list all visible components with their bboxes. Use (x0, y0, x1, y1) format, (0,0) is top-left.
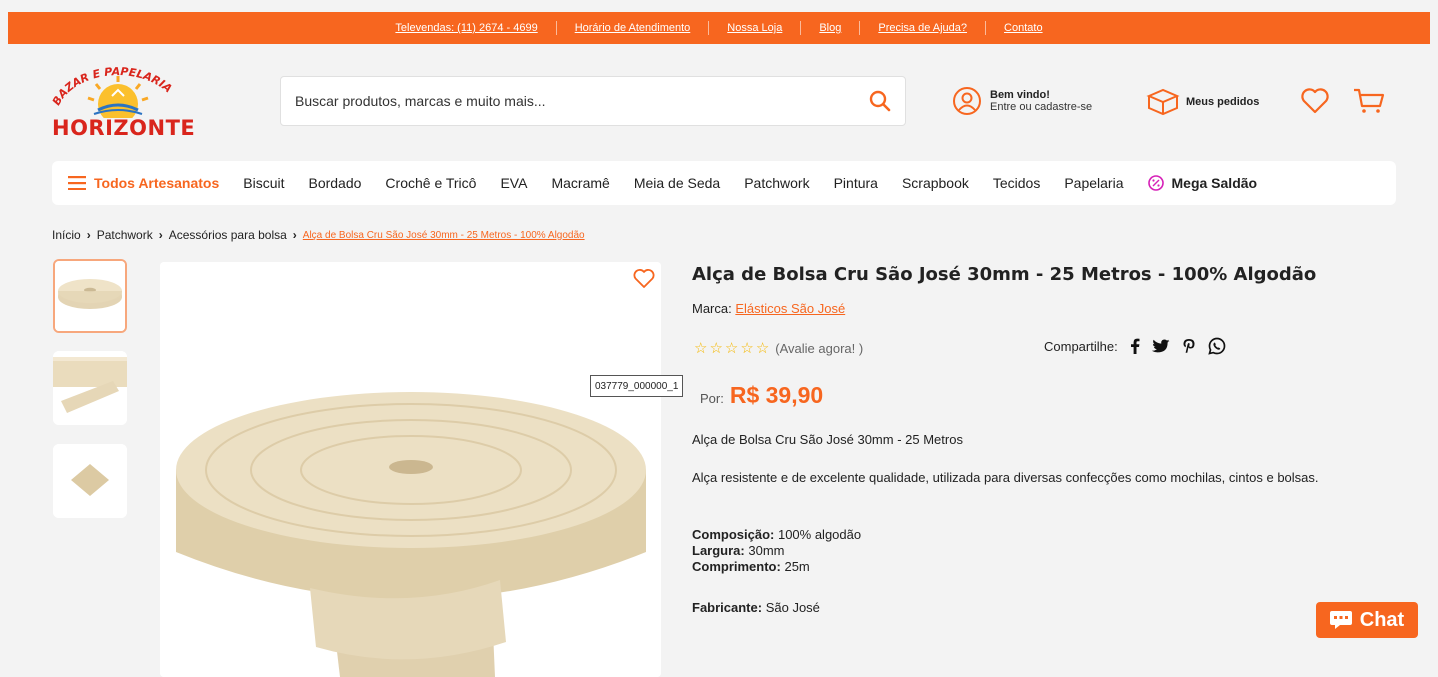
orders-link[interactable]: Meus pedidos (1146, 88, 1259, 116)
user-icon (953, 87, 981, 115)
spec-length-label: Comprimento: (692, 559, 781, 574)
nav-item-bordado[interactable]: Bordado (308, 175, 361, 191)
manufacturer-label: Fabricante: (692, 600, 763, 615)
spec-width: Largura: 30mm (692, 543, 1392, 559)
chat-bubble-icon (1329, 611, 1352, 629)
star-icon[interactable]: ☆ (709, 339, 722, 357)
wishlist-heart-icon[interactable] (1300, 87, 1330, 115)
manufacturer-value: São José (765, 600, 820, 615)
nav-item-biscuit[interactable]: Biscuit (243, 175, 284, 191)
thumbnail-image (53, 444, 127, 518)
account-greeting: Bem vindo! (990, 88, 1050, 101)
box-icon (1146, 88, 1180, 116)
spec-width-label: Largura: (692, 543, 745, 558)
chevron-right-icon: › (292, 228, 297, 242)
store-logo[interactable]: BAZAR E PAPELARIA HORIZONTE (50, 56, 195, 146)
whatsapp-icon[interactable] (1207, 337, 1226, 355)
nav-item-pintura[interactable]: Pintura (834, 175, 878, 191)
thumbnail-image (55, 261, 125, 331)
all-categories-label: Todos Artesanatos (94, 175, 220, 191)
breadcrumb-current[interactable]: Alça de Bolsa Cru São José 30mm - 25 Met… (303, 230, 585, 241)
nav-item-papelaria[interactable]: Papelaria (1064, 175, 1123, 191)
search-input[interactable]: Buscar produtos, marcas e muito mais... (295, 93, 869, 109)
breadcrumb: Início › Patchwork › Acessórios para bol… (52, 228, 585, 242)
cart-icon[interactable] (1352, 86, 1386, 116)
nav-item-macrame[interactable]: Macramê (551, 175, 609, 191)
nav-item-mega-saldao[interactable]: Mega Saldão (1147, 175, 1258, 191)
short-description: Alça de Bolsa Cru São José 30mm - 25 Met… (692, 432, 963, 447)
favorite-heart-icon[interactable] (632, 268, 656, 290)
long-description: Alça resistente e de excelente qualidade… (692, 470, 1319, 485)
price-value: R$ 39,90 (729, 382, 824, 408)
logo-sun-graphic: BAZAR E PAPELARIA (50, 65, 175, 124)
nav-item-scrapbook[interactable]: Scrapbook (902, 175, 969, 191)
chat-button[interactable]: Chat (1316, 602, 1418, 638)
breadcrumb-inicio[interactable]: Início (52, 228, 81, 242)
all-categories-button[interactable]: Todos Artesanatos (68, 175, 219, 191)
search-icon[interactable] (869, 90, 891, 112)
share-label: Compartilhe: (1044, 338, 1118, 354)
nav-item-eva[interactable]: EVA (500, 175, 527, 191)
price-prefix: Por: (700, 391, 724, 406)
pinterest-icon[interactable] (1182, 338, 1196, 354)
account-link[interactable]: Bem vindo! Entre ou cadastre-se (952, 86, 1092, 116)
category-nav: Todos Artesanatos Biscuit Bordado Crochê… (52, 161, 1396, 205)
chevron-right-icon: › (158, 228, 163, 242)
breadcrumb-patchwork[interactable]: Patchwork (97, 228, 153, 242)
brand-label: Marca: (692, 301, 732, 316)
star-icon[interactable]: ☆ (694, 339, 707, 357)
search-bar[interactable]: Buscar produtos, marcas e muito mais... (280, 76, 906, 126)
spec-composition-value: 100% algodão (777, 527, 862, 542)
facebook-icon[interactable] (1130, 338, 1140, 354)
hamburger-icon (68, 176, 86, 190)
logo-name: HORIZONTE (52, 116, 196, 140)
percent-badge-icon (1147, 175, 1164, 191)
spec-composition: Composição: 100% algodão (692, 527, 1392, 543)
star-icon[interactable]: ☆ (756, 339, 769, 357)
product-main-image[interactable] (160, 262, 661, 677)
twitter-icon[interactable] (1151, 339, 1170, 354)
brand-link[interactable]: Elásticos São José (735, 301, 845, 316)
product-title: Alça de Bolsa Cru São José 30mm - 25 Met… (692, 264, 1317, 285)
nav-item-tecidos[interactable]: Tecidos (993, 175, 1040, 191)
share-bar: Compartilhe: (1044, 337, 1226, 355)
horario-link[interactable]: Horário de Atendimento (557, 21, 710, 35)
spec-manufacturer: Fabricante: São José (692, 600, 1392, 616)
breadcrumb-acessorios[interactable]: Acessórios para bolsa (169, 228, 287, 242)
product-rating[interactable]: ☆ ☆ ☆ ☆ ☆ (Avalie agora! ) (694, 339, 863, 357)
televendas-link[interactable]: Televendas: (11) 2674 - 4699 (377, 21, 557, 35)
star-icon[interactable]: ☆ (740, 339, 753, 357)
product-brand: Marca: Elásticos São José (692, 301, 845, 316)
orders-label: Meus pedidos (1186, 96, 1260, 108)
rating-text[interactable]: (Avalie agora! ) (775, 341, 863, 356)
chevron-right-icon: › (86, 228, 91, 242)
product-price: Por: R$ 39,90 (700, 382, 823, 409)
image-id-tooltip: 037779_000000_1 (590, 375, 684, 397)
thumbnail-image (53, 351, 127, 425)
spec-length: Comprimento: 25m (692, 559, 1392, 575)
contato-link[interactable]: Contato (986, 21, 1061, 35)
nav-item-patchwork[interactable]: Patchwork (744, 175, 809, 191)
spec-composition-label: Composição: (692, 527, 775, 542)
star-icon[interactable]: ☆ (725, 339, 738, 357)
nav-item-croche[interactable]: Crochê e Tricô (385, 175, 476, 191)
page: Televendas: (11) 2674 - 4699 Horário de … (0, 0, 1438, 677)
product-photo (160, 262, 661, 677)
nossa-loja-link[interactable]: Nossa Loja (709, 21, 802, 35)
spec-length-value: 25m (784, 559, 810, 574)
blog-link[interactable]: Blog (801, 21, 861, 35)
top-bar: Televendas: (11) 2674 - 4699 Horário de … (8, 12, 1430, 44)
account-action: Entre ou cadastre-se (990, 100, 1093, 113)
thumbnail-1[interactable] (53, 259, 127, 333)
chat-label: Chat (1359, 608, 1405, 631)
ajuda-link[interactable]: Precisa de Ajuda? (860, 21, 987, 35)
mega-saldao-label: Mega Saldão (1171, 175, 1258, 191)
thumbnail-2[interactable] (53, 351, 127, 425)
nav-item-meia-de-seda[interactable]: Meia de Seda (634, 175, 720, 191)
spec-width-value: 30mm (748, 543, 785, 558)
thumbnail-3[interactable] (53, 444, 127, 518)
